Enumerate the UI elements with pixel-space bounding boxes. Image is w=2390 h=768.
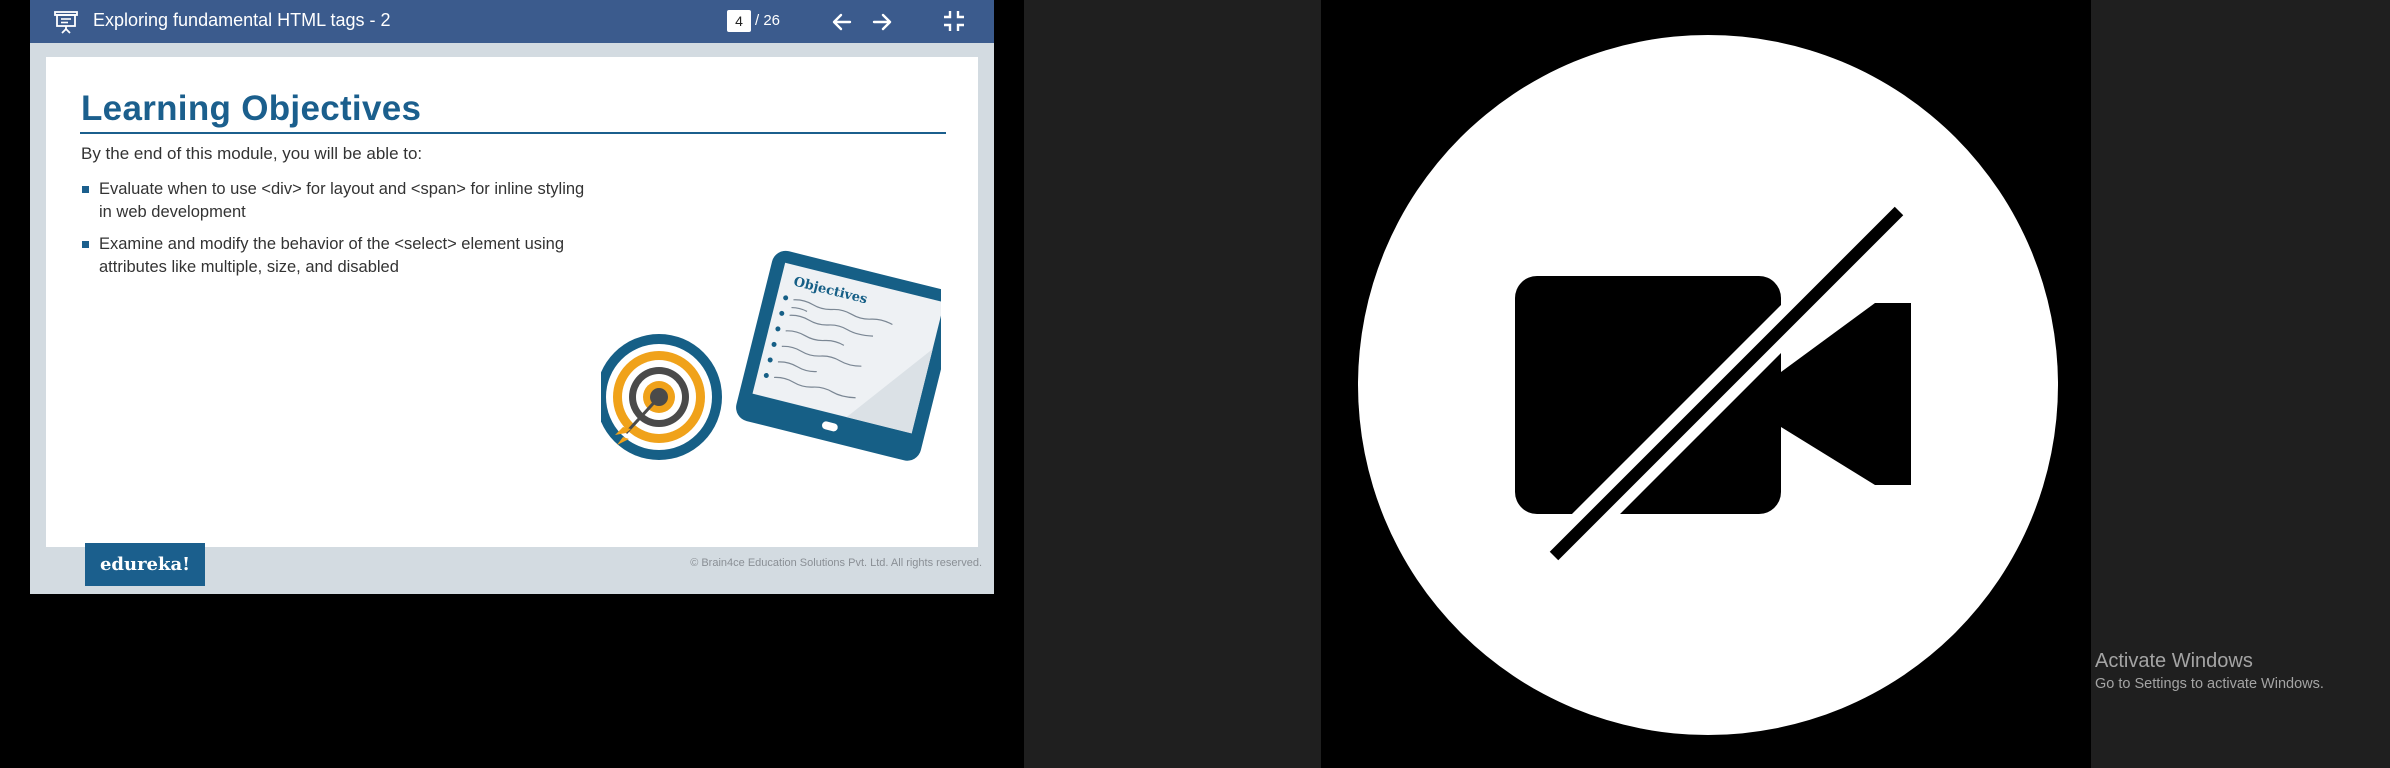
copyright-text: © Brain4ce Education Solutions Pvt. Ltd.… <box>690 557 982 569</box>
objective-item: Evaluate when to use <div> for layout an… <box>81 178 601 224</box>
arrow-right-icon[interactable] <box>869 9 895 35</box>
right-panel: Activate Windows Go to Settings to activ… <box>2091 0 2390 768</box>
presentation-icon <box>54 11 78 34</box>
page-number-input[interactable]: 4 <box>727 10 751 32</box>
objectives-list: Evaluate when to use <div> for layout an… <box>81 178 601 288</box>
participant-video-tile[interactable] <box>1321 0 2091 768</box>
video-gutter-left <box>1024 0 1321 768</box>
slide-footer: edureka! © Brain4ce Education Solutions … <box>30 543 994 594</box>
slide-title: Learning Objectives <box>81 89 422 128</box>
camera-off-icon <box>1515 194 1916 573</box>
presentation-viewer: Exploring fundamental HTML tags - 2 4 / … <box>30 0 994 594</box>
exit-fullscreen-icon[interactable] <box>941 8 967 34</box>
activate-windows-title: Activate Windows <box>2095 650 2253 672</box>
slide-intro: By the end of this module, you will be a… <box>81 144 423 163</box>
objective-item: Examine and modify the behavior of the <… <box>81 233 601 279</box>
objective-text: Examine and modify the behavior of the <… <box>99 235 565 276</box>
square-bullet-icon <box>82 186 89 193</box>
arrow-left-icon[interactable] <box>829 9 855 35</box>
square-bullet-icon <box>82 241 89 248</box>
objectives-target-illustration: Objectives <box>601 250 941 461</box>
presentation-title: Exploring fundamental HTML tags - 2 <box>93 10 391 30</box>
page-total: / 26 <box>755 12 781 29</box>
viewer-toolbar: Exploring fundamental HTML tags - 2 4 / … <box>30 0 994 43</box>
edureka-logo: edureka! <box>85 543 205 586</box>
camera-off-badge <box>1358 35 2058 735</box>
slide: Learning Objectives By the end of this m… <box>46 57 978 547</box>
activate-windows-subtitle: Go to Settings to activate Windows. <box>2095 676 2324 692</box>
objective-text: Evaluate when to use <div> for layout an… <box>99 180 585 221</box>
title-divider <box>80 132 946 134</box>
